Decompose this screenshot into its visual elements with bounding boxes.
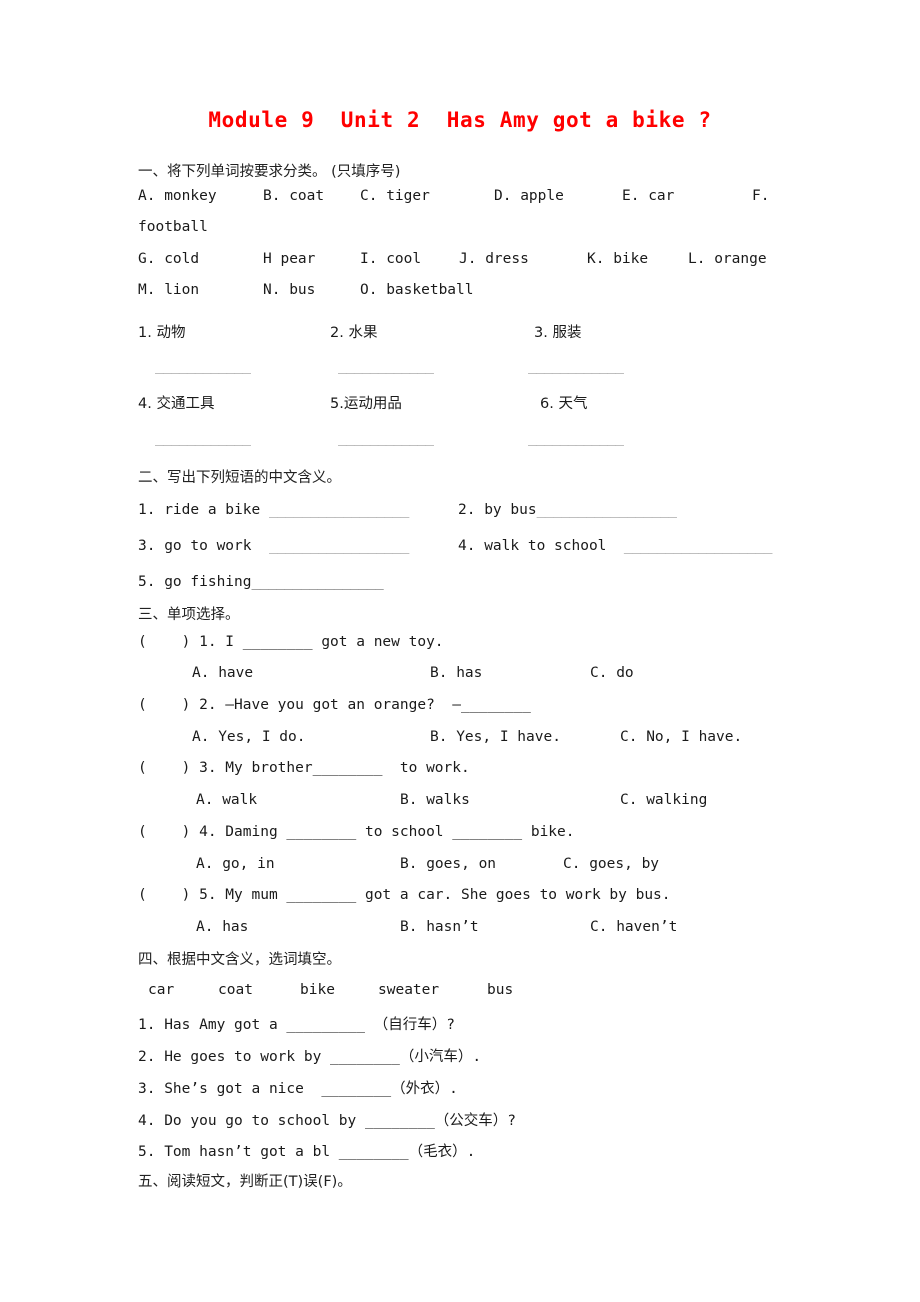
category-answer-blank[interactable]: ____________ <box>338 430 434 446</box>
word-bank-option[interactable]: bus <box>487 982 513 998</box>
mc-question-stem[interactable]: ( ) 2. —Have you got an orange? —_______… <box>138 697 531 713</box>
mc-question-stem[interactable]: ( ) 1. I ________ got a new toy. <box>138 634 444 650</box>
mc-option[interactable]: A. walk <box>196 792 257 808</box>
category-label: 2. 水果 <box>330 325 378 341</box>
word-bank-option[interactable]: sweater <box>378 982 439 998</box>
word-bank-item: E. car <box>622 188 675 204</box>
category-answer-blank[interactable]: ____________ <box>338 358 434 374</box>
phrase-item: 2. by bus_________________ <box>458 502 677 518</box>
mc-option[interactable]: C. walking <box>620 792 707 808</box>
word-bank-item: N. bus <box>263 282 316 298</box>
word-bank-option[interactable]: bike <box>300 982 335 998</box>
category-answer-blank[interactable]: ____________ <box>528 358 624 374</box>
word-bank-item: I. cool <box>360 251 422 267</box>
fill-blank-item[interactable]: 4. Do you go to school by ________（公交车）? <box>138 1109 516 1130</box>
phrase-text: 1. ride a bike <box>138 502 269 518</box>
mc-option[interactable]: C. goes, by <box>563 856 659 872</box>
phrase-blank[interactable]: __________________ <box>624 538 773 554</box>
word-bank-item: L. orange <box>688 251 767 267</box>
mc-option[interactable]: C. haven’t <box>590 919 677 935</box>
section-2-heading: 二、写出下列短语的中文含义。 <box>138 470 341 486</box>
mc-question-stem[interactable]: ( ) 4. Daming ________ to school _______… <box>138 824 575 840</box>
mc-option[interactable]: A. Yes, I do. <box>192 729 306 745</box>
phrase-item: 1. ride a bike _________________ <box>138 502 409 518</box>
mc-question-stem[interactable]: ( ) 3. My brother________ to work. <box>138 760 470 776</box>
fill-blank-item[interactable]: 3. She’s got a nice ________（外衣）. <box>138 1077 458 1098</box>
category-label: 3. 服装 <box>534 325 582 341</box>
category-answer-blank[interactable]: ____________ <box>155 358 251 374</box>
phrase-blank[interactable]: ________________ <box>252 574 384 590</box>
mc-option[interactable]: A. has <box>196 919 248 935</box>
mc-option[interactable]: A. have <box>192 665 253 681</box>
phrase-item: 5. go fishing________________ <box>138 574 384 590</box>
fill-blank-item[interactable]: 1. Has Amy got a _________ （自行车）? <box>138 1013 455 1034</box>
section-4-heading: 四、根据中文含义，选词填空。 <box>138 952 341 968</box>
phrase-text: 5. go fishing <box>138 574 252 590</box>
mc-option[interactable]: C. do <box>590 665 634 681</box>
fill-blank-item[interactable]: 2. He goes to work by ________（小汽车）. <box>138 1045 481 1066</box>
word-bank-item: M. lion <box>138 282 200 298</box>
phrase-blank[interactable]: _________________ <box>537 502 677 518</box>
phrase-blank[interactable]: _________________ <box>269 502 409 518</box>
mc-option[interactable]: A. go, in <box>196 856 275 872</box>
category-label: 6. 天气 <box>540 396 588 412</box>
word-bank-item: G. cold <box>138 251 200 267</box>
word-bank-option[interactable]: car <box>148 982 174 998</box>
phrase-text: 3. go to work <box>138 538 269 554</box>
phrase-item: 4. walk to school __________________ <box>458 538 773 554</box>
mc-option[interactable]: B. has <box>430 665 482 681</box>
section-3-heading: 三、单项选择。 <box>138 607 240 623</box>
phrase-text: 2. by bus <box>458 502 537 518</box>
word-bank-item: O. basketball <box>360 282 474 298</box>
category-label: 1. 动物 <box>138 325 186 341</box>
word-bank-item-football: football <box>138 219 208 235</box>
word-bank-item: H pear <box>263 251 316 267</box>
category-label: 5.运动用品 <box>330 396 402 412</box>
phrase-blank[interactable]: _________________ <box>269 538 409 554</box>
mc-option[interactable]: B. goes, on <box>400 856 496 872</box>
word-bank-item: K. bike <box>587 251 649 267</box>
category-answer-blank[interactable]: ____________ <box>155 430 251 446</box>
worksheet-page: Module 9 Unit 2 Has Amy got a bike ? 一、将… <box>0 0 920 1302</box>
word-bank-item: C. tiger <box>360 188 430 204</box>
category-label: 4. 交通工具 <box>138 396 215 412</box>
word-bank-option[interactable]: coat <box>218 982 253 998</box>
section-1-heading: 一、将下列单词按要求分类。 (只填序号) <box>138 164 401 180</box>
word-bank-item: B. coat <box>263 188 325 204</box>
phrase-item: 3. go to work _________________ <box>138 538 409 554</box>
word-bank-item: J. dress <box>459 251 529 267</box>
word-bank-item: D. apple <box>494 188 564 204</box>
fill-blank-item[interactable]: 5. Tom hasn’t got a bl ________（毛衣）. <box>138 1140 475 1161</box>
mc-question-stem[interactable]: ( ) 5. My mum ________ got a car. She go… <box>138 887 671 903</box>
mc-option[interactable]: B. hasn’t <box>400 919 479 935</box>
mc-option[interactable]: C. No, I have. <box>620 729 742 745</box>
word-bank-item: A. monkey <box>138 188 217 204</box>
mc-option[interactable]: B. Yes, I have. <box>430 729 561 745</box>
category-answer-blank[interactable]: ____________ <box>528 430 624 446</box>
mc-option[interactable]: B. walks <box>400 792 470 808</box>
page-title: Module 9 Unit 2 Has Amy got a bike ? <box>208 108 712 132</box>
phrase-text: 4. walk to school <box>458 538 624 554</box>
section-5-heading: 五、阅读短文，判断正(T)误(F)。 <box>138 1174 352 1190</box>
word-bank-item: F. <box>752 188 770 204</box>
